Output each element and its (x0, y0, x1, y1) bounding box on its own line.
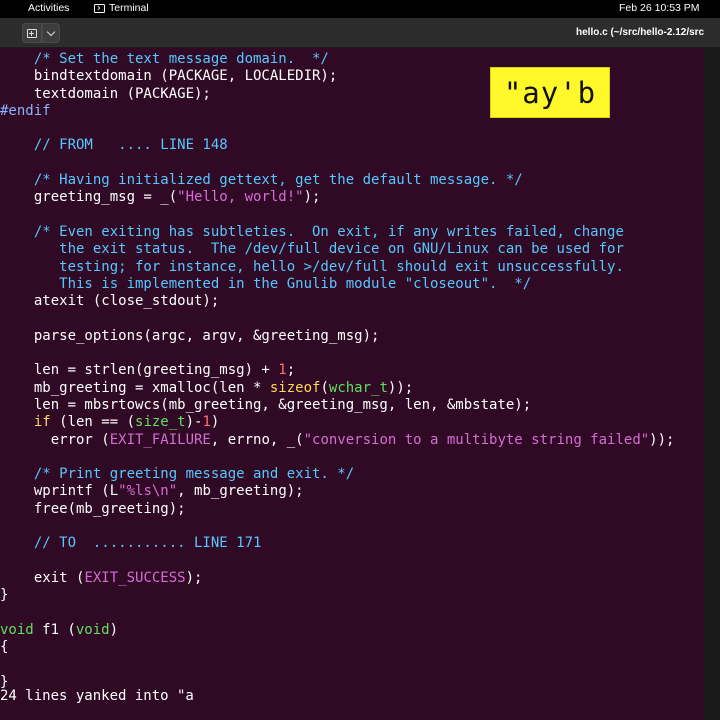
code-line: /* Having initialized gettext, get the d… (17, 172, 523, 189)
vim-status-message: 24 lines yanked into "a (0, 688, 194, 704)
new-tab-button[interactable] (22, 23, 42, 43)
code-buffer[interactable]: /* Set the text message domain. */ bindt… (0, 51, 675, 691)
activities-button[interactable]: Activities (28, 2, 69, 14)
code-line: /* Print greeting message and exit. */ (17, 466, 355, 483)
code-line: // FROM .... LINE 148 (17, 137, 228, 154)
code-line: if (len == (size_t)-1) (33, 414, 220, 431)
clock[interactable]: Feb 26 10:53 PM (619, 2, 700, 14)
system-top-bar: Activities Terminal Feb 26 10:53 PM (0, 0, 720, 18)
code-line: atexit (close_stdout); (17, 293, 220, 310)
code-line: the exit status. The /dev/full device on… (17, 241, 624, 258)
code-line: greeting_msg = _("Hello, world!"); (17, 189, 321, 206)
code-line: mb_greeting = xmalloc(len * sizeof(wchar… (17, 379, 414, 396)
code-line: } (0, 587, 9, 604)
code-line: wprintf (L"%ls\n", mb_greeting); (17, 483, 304, 500)
register-command-label: "ay'b (490, 67, 610, 118)
app-menu-label: Terminal (109, 2, 149, 14)
code-line: len = mbsrtowcs(mb_greeting, &greeting_m… (17, 396, 532, 413)
code-line: error (EXIT_FAILURE, errno, _("conversio… (17, 431, 675, 448)
window-title: hello.c (~/src/hello-2.12/src (576, 27, 705, 38)
code-line: exit (EXIT_SUCCESS); (17, 569, 203, 586)
chevron-down-icon (46, 27, 56, 36)
code-line: len = strlen(greeting_msg) + 1; (17, 362, 296, 379)
code-line: /* Set the text message domain. */ (17, 51, 329, 67)
code-line: void f1 (void) (0, 621, 119, 638)
code-line: parse_options(argc, argv, &greeting_msg)… (17, 327, 380, 344)
code-line: free(mb_greeting); (17, 500, 186, 517)
code-line: This is implemented in the Gnulib module… (17, 275, 532, 292)
vim-editor[interactable]: /* Set the text message domain. */ bindt… (0, 48, 704, 720)
code-line: // TO ........... LINE 171 (17, 535, 262, 552)
terminal-icon (94, 3, 105, 13)
app-menu-terminal[interactable]: Terminal (94, 2, 149, 14)
tab-menu-button[interactable] (42, 23, 60, 43)
terminal-titlebar: hello.c (~/src/hello-2.12/src (0, 18, 720, 48)
code-line: /* Even exiting has subtleties. On exit,… (17, 223, 624, 240)
new-tab-icon (27, 28, 37, 38)
code-line: { (0, 639, 9, 656)
scrollbar-track[interactable] (704, 48, 720, 720)
code-line: testing; for instance, hello >/dev/full … (17, 258, 624, 275)
